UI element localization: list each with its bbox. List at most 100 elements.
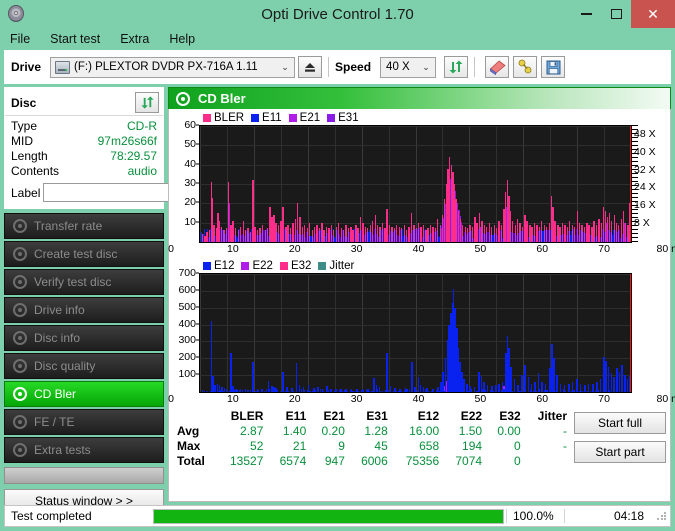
bler-x-axis: 0 10 20 30 40 50 60 70 80 min (168, 243, 675, 257)
data-bar (433, 389, 435, 392)
data-bar (372, 377, 375, 392)
speed-tick-label: 48 X (634, 127, 656, 140)
y-tick-label: 300 (178, 334, 196, 347)
data-bar (483, 381, 485, 392)
data-bar (303, 224, 306, 242)
grid-line (200, 341, 631, 343)
legend-item-bler: BLER (203, 112, 244, 124)
data-bar (321, 388, 324, 392)
disc-test-icon (13, 303, 27, 317)
disc-refresh-button[interactable] (135, 92, 159, 113)
stats-col-e21: E21 (323, 409, 345, 423)
data-bar (578, 222, 581, 242)
data-bar (476, 222, 478, 242)
data-bar (536, 224, 538, 242)
disc-label-row: Label (11, 182, 247, 203)
eject-button[interactable] (298, 56, 323, 78)
sidebar-item-disc-info[interactable]: Disc info (4, 325, 164, 351)
data-bar (292, 222, 294, 242)
table-row: Total 13527 6574 947 6006 75356 7074 0 (171, 454, 574, 469)
data-bar (367, 228, 369, 242)
disc-row-length-value: 78:29.57 (110, 149, 157, 163)
x-tick-label: 60 (536, 393, 549, 405)
sidebar-item-drive-info[interactable]: Drive info (4, 297, 164, 323)
erase-button[interactable] (485, 56, 510, 78)
start-full-button[interactable]: Start full (574, 412, 666, 434)
sidebar-item-label: Create test disc (34, 247, 118, 261)
data-bar (410, 213, 413, 242)
data-bar (314, 390, 316, 392)
x-tick-label: 0 (168, 393, 174, 405)
data-bar (535, 391, 537, 392)
sidebar-item-verify-test-disc[interactable]: Verify test disc (4, 269, 164, 295)
x-tick-label: 10 (227, 393, 239, 405)
data-bar (287, 390, 289, 392)
data-bar (581, 391, 583, 392)
sidebar-item-extra-tests[interactable]: Extra tests (4, 437, 164, 463)
left-sidebar: Disc Type CD-R MID 97m26s66f Length 78:2… (4, 87, 247, 512)
stats-cell: 6574 (279, 454, 307, 468)
legend-label: E32 (290, 260, 312, 272)
menu-item-help[interactable]: Help (167, 31, 197, 47)
drive-select[interactable]: (F:) PLEXTOR DVDR PX-716A 1.11 ⌄ (50, 56, 296, 78)
data-bar (328, 228, 330, 242)
data-bar (361, 388, 364, 392)
data-bar (541, 220, 543, 242)
data-bar (417, 222, 420, 242)
menu-item-file[interactable]: File (8, 31, 32, 47)
speed-tick-label: 32 X (634, 163, 656, 176)
legend-swatch (203, 114, 211, 122)
start-part-button[interactable]: Start part (574, 441, 666, 463)
data-bar (367, 389, 369, 392)
start-buttons: Start full Start part (574, 409, 666, 463)
tools-button[interactable] (513, 56, 538, 78)
data-bar (223, 387, 226, 392)
data-bar (521, 375, 523, 392)
data-bar (495, 228, 498, 242)
data-bar (584, 385, 586, 392)
sidebar-item-fe-te[interactable]: FE / TE (4, 409, 164, 435)
tools-icon (518, 59, 532, 74)
sidebar-item-disc-quality[interactable]: Disc quality (4, 353, 164, 379)
stats-cell: 6006 (361, 454, 388, 468)
save-button[interactable] (541, 56, 566, 78)
data-bar (588, 224, 590, 242)
eject-icon (305, 63, 316, 72)
refresh-button[interactable] (444, 56, 469, 78)
menu-item-start-test[interactable]: Start test (48, 31, 102, 47)
data-bar (330, 388, 332, 392)
x-tick-label: 50 (474, 243, 487, 255)
data-bar (287, 224, 289, 242)
stats-row-label: Avg (177, 424, 200, 438)
data-bar (352, 391, 354, 392)
y-tick-label: 700 (178, 267, 196, 279)
legend-swatch (279, 262, 288, 270)
grid-line (200, 274, 631, 275)
stats-cell: 1.28 (364, 424, 388, 438)
sidebar-item-create-test-disc[interactable]: Create test disc (4, 241, 164, 267)
menu-item-extra[interactable]: Extra (118, 31, 151, 47)
data-bar (618, 371, 621, 392)
data-bar (480, 376, 483, 392)
data-bar (363, 390, 365, 392)
progress-percent: 100.0% (506, 509, 564, 523)
data-bar (335, 389, 337, 392)
disc-panel-title: Disc (11, 95, 37, 110)
y-tick-label: 50 (184, 138, 196, 151)
data-bar (597, 389, 599, 392)
data-bar (510, 366, 512, 392)
speed-tick-label: 24 X (634, 181, 656, 194)
data-bar (571, 381, 574, 392)
speed-select[interactable]: 40 X ⌄ (380, 56, 437, 78)
data-bar (371, 220, 374, 242)
sidebar-item-transfer-rate[interactable]: Transfer rate (4, 213, 164, 239)
disc-info-panel: Disc Type CD-R MID 97m26s66f Length 78:2… (4, 87, 247, 209)
data-bar (553, 358, 555, 392)
data-bar (378, 386, 381, 392)
speed-tick-label: 16 X (634, 199, 656, 212)
resize-grip[interactable] (656, 510, 668, 522)
data-bar (481, 220, 483, 242)
sidebar-item-cd-bler[interactable]: CD Bler (4, 381, 164, 407)
toolbar: Drive (F:) PLEXTOR DVDR PX-716A 1.11 ⌄ S… (4, 50, 671, 84)
data-bar (593, 220, 595, 242)
